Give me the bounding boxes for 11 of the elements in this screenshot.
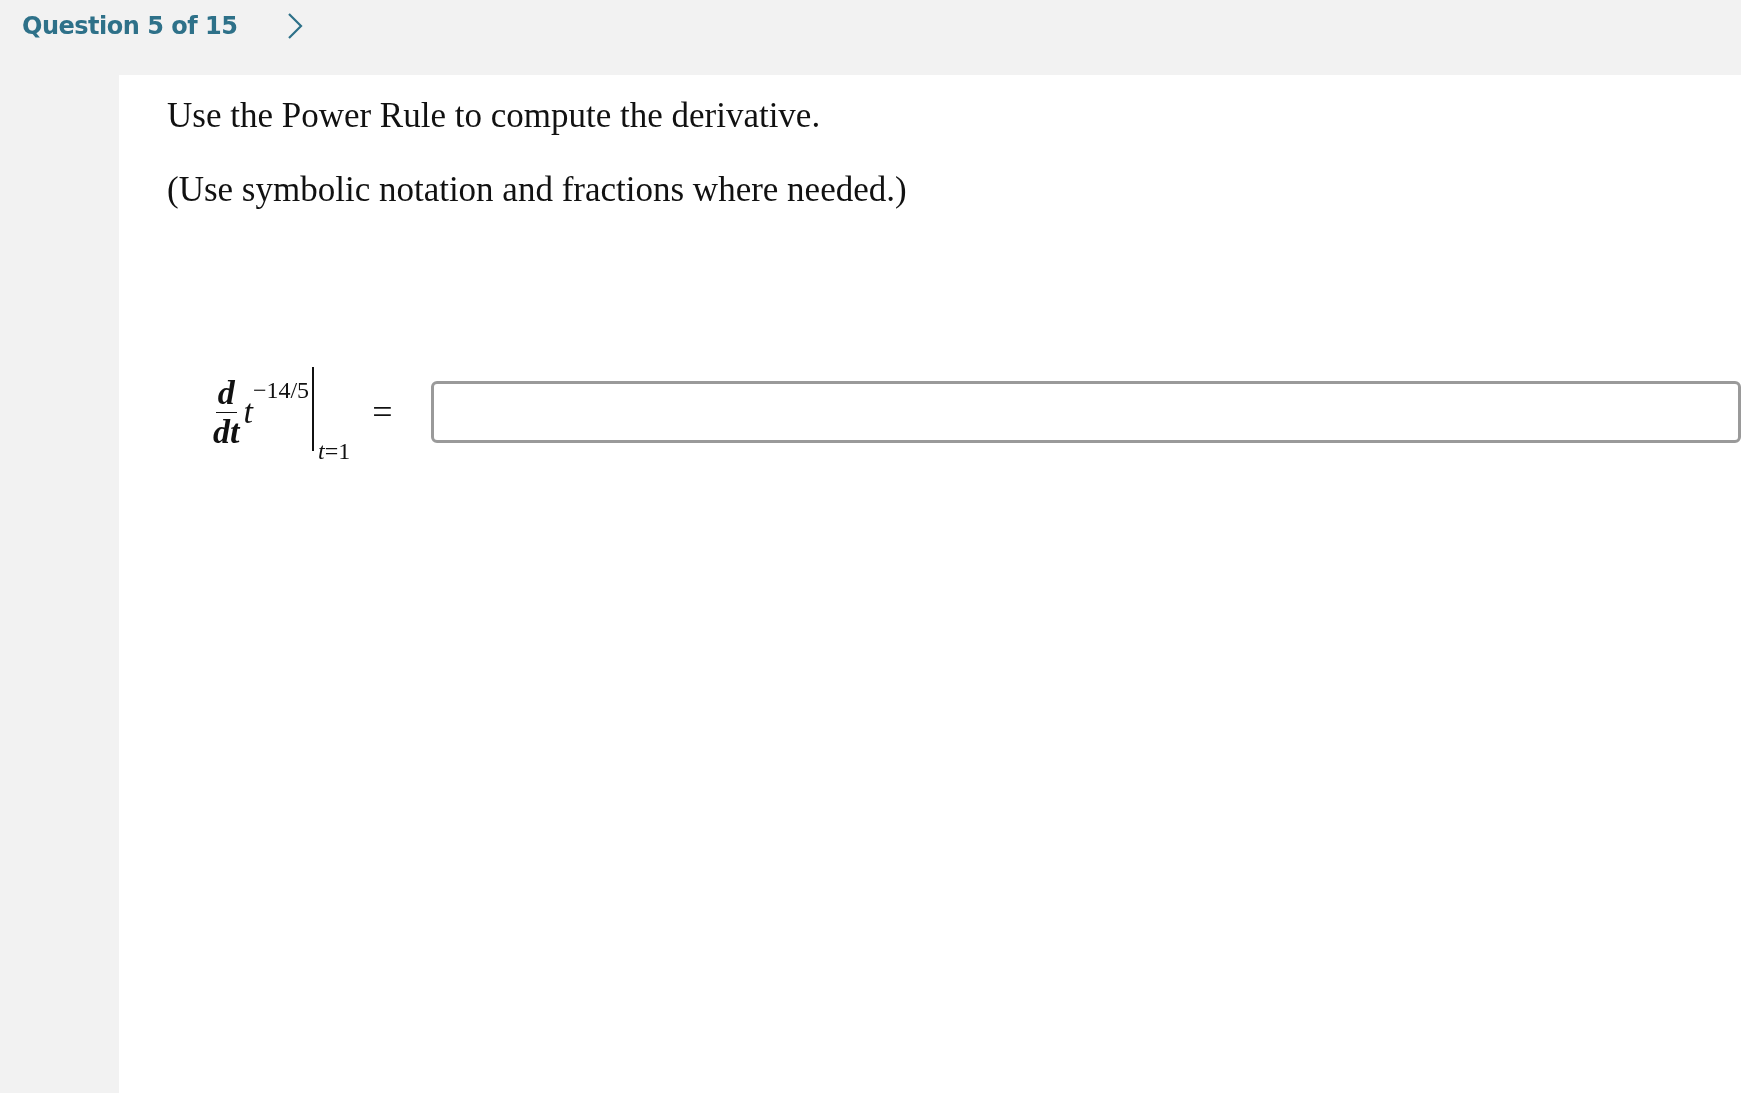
instruction-text: Use the Power Rule to compute the derivative. [167, 95, 822, 137]
evaluation-point: t=1 [318, 438, 351, 465]
question-counter: Question 5 of 15 [22, 12, 238, 40]
chevron-right-icon[interactable] [287, 12, 304, 40]
fraction-numerator: d [215, 373, 237, 413]
fraction-denominator: dt [212, 412, 242, 451]
equals-sign: = [372, 391, 393, 433]
exponent: −14/5 [252, 377, 310, 403]
answer-field[interactable] [430, 381, 1741, 443]
variable-base: t [243, 393, 253, 431]
instruction-text: (Use symbolic notation and fractions where needed.) [167, 169, 908, 211]
